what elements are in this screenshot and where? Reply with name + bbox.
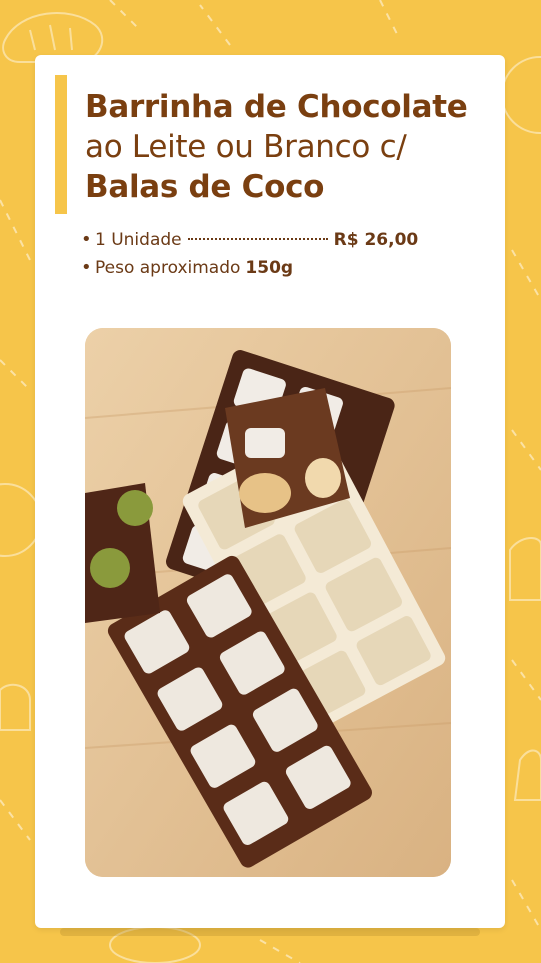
- product-title: Barrinha de Chocolate ao Leite ou Branco…: [85, 87, 495, 207]
- title-line-3: Balas de Coco: [85, 169, 325, 205]
- product-photo: [85, 328, 451, 877]
- unit-label: 1 Unidade: [95, 230, 182, 250]
- accent-bar: [55, 75, 67, 214]
- weight-label: Peso aproximado: [95, 258, 241, 278]
- detail-row-weight: • Peso aproximado 150g: [81, 257, 481, 285]
- dot-leader: [187, 238, 328, 240]
- title-line-2: ao Leite ou Branco c/: [85, 129, 407, 165]
- title-line-1: Barrinha de Chocolate: [85, 89, 468, 125]
- chocolate-bars-illustration: [85, 328, 451, 877]
- detail-row-unit: • 1 Unidade R$ 26,00: [81, 229, 481, 257]
- card-shadow: [60, 928, 480, 936]
- pistachio-chocolate-piece: [85, 483, 160, 623]
- weight-value: 150g: [245, 258, 294, 278]
- product-card: Barrinha de Chocolate ao Leite ou Branco…: [35, 55, 505, 928]
- product-details: • 1 Unidade R$ 26,00 • Peso aproximado 1…: [81, 229, 481, 285]
- bullet-icon: •: [81, 257, 92, 278]
- unit-price: R$ 26,00: [333, 230, 419, 250]
- bullet-icon: •: [81, 229, 92, 250]
